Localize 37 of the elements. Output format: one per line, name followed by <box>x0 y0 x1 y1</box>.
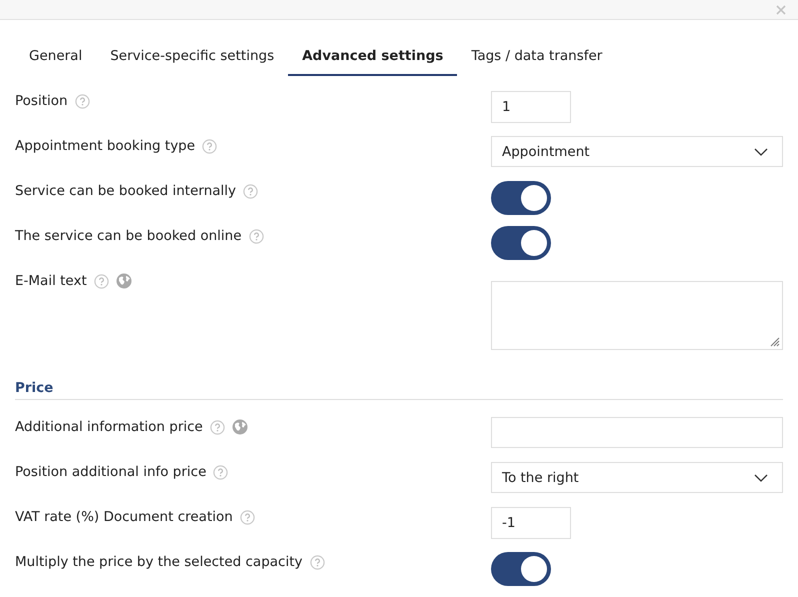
field-label: Multiply the price by the selected capacity <box>15 554 303 570</box>
toggle-switch[interactable] <box>491 552 551 586</box>
dropdown[interactable]: Appointment <box>491 136 783 167</box>
help-icon[interactable] <box>202 138 218 154</box>
field-label: VAT rate (%) Document creation <box>15 509 233 525</box>
tab[interactable]: Tags / data transfer <box>457 37 616 76</box>
close-icon[interactable] <box>776 4 786 14</box>
chevron-down-icon <box>754 148 768 156</box>
field-label: Position additional info price <box>15 464 206 480</box>
field-label: The service can be booked online <box>15 228 242 244</box>
number-field[interactable]: -1 <box>491 507 571 539</box>
help-icon[interactable] <box>243 184 258 198</box>
globe-icon[interactable] <box>232 419 248 435</box>
help-icon[interactable] <box>94 274 109 288</box>
section-heading: Price <box>15 379 783 400</box>
tab[interactable]: Service-specific settings <box>96 37 288 76</box>
help-icon[interactable] <box>248 228 264 244</box>
field-label: E-Mail text <box>15 273 87 289</box>
help-icon[interactable] <box>310 554 325 570</box>
help-icon[interactable] <box>240 510 255 524</box>
text-field[interactable] <box>491 417 783 448</box>
tab[interactable]: General <box>15 37 96 76</box>
field-label: Appointment booking type <box>15 138 196 154</box>
globe-icon[interactable] <box>116 273 132 289</box>
help-icon[interactable] <box>210 420 225 434</box>
number-field[interactable]: 1 <box>491 91 571 123</box>
field-label: Service can be booked internally <box>15 183 236 199</box>
help-icon[interactable] <box>213 464 228 480</box>
toggle-switch[interactable] <box>491 181 551 215</box>
resize-handle-icon[interactable] <box>769 336 780 347</box>
field-label: Additional information price <box>15 419 203 435</box>
field-label: Position <box>15 93 68 109</box>
tab[interactable]: Advanced settings <box>288 37 458 76</box>
toggle-switch[interactable] <box>491 226 551 260</box>
dropdown[interactable]: To the right <box>491 462 783 493</box>
help-icon[interactable] <box>74 94 90 108</box>
chevron-down-icon <box>754 474 768 482</box>
